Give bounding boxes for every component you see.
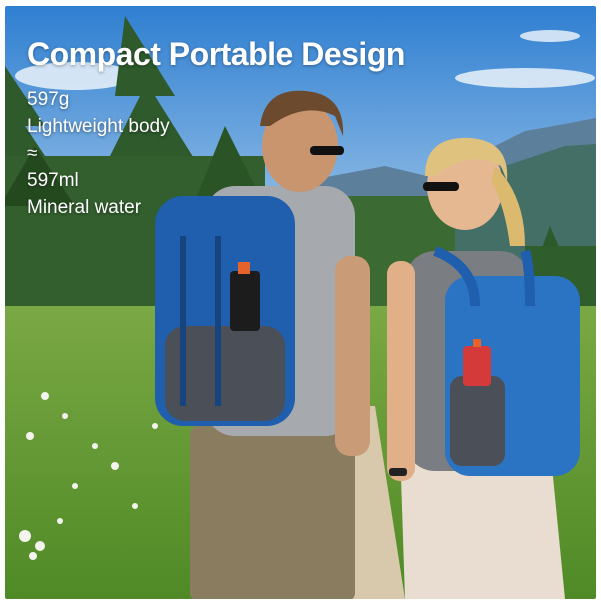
spec-volume-label: Mineral water [27,197,142,218]
backpack-small [433,246,580,476]
spec-volume: 597ml [27,170,79,191]
headline: Compact Portable Design [27,36,405,72]
spec-weight: 597g [27,89,70,110]
backpack-large [155,196,295,426]
spec-weight-label: Lightweight body [27,116,170,137]
spec-list: 597g Lightweight body ≈ 597ml Mineral wa… [27,86,170,221]
product-photo: Compact Portable Design 597g Lightweight… [5,6,596,599]
spec-approx-symbol: ≈ [27,143,38,164]
